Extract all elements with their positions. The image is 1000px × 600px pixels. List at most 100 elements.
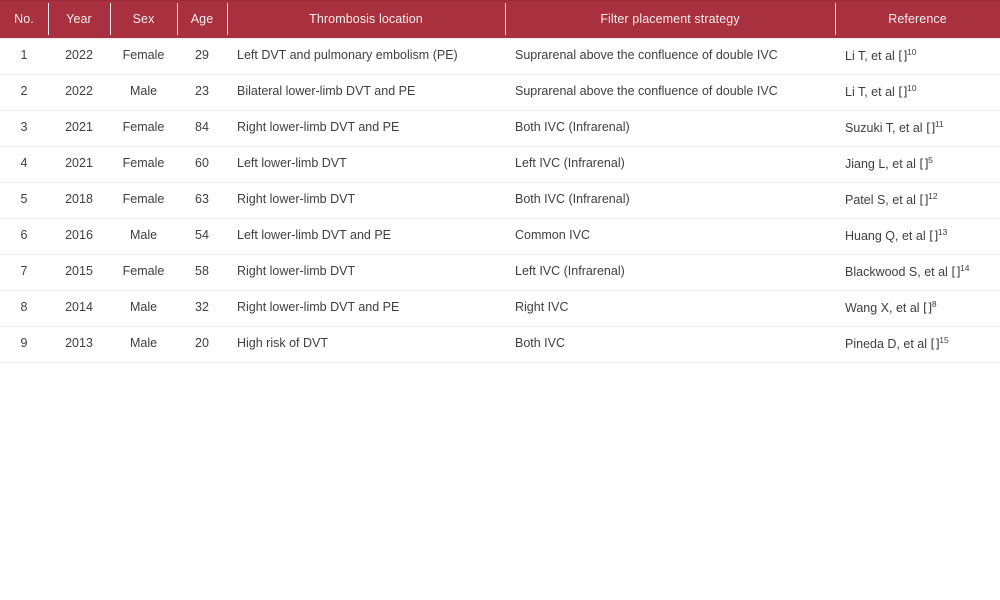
- cell-age: 60: [177, 146, 227, 183]
- cell-filter-placement-strategy: Suprarenal above the confluence of doubl…: [505, 37, 835, 75]
- cell-reference: Pineda D, et al []15: [835, 326, 1000, 363]
- cell-sex: Female: [110, 146, 177, 183]
- cell-year: 2021: [48, 110, 110, 147]
- case-summary-table: No. Year Sex Age Thrombosis location Fil…: [0, 0, 1000, 363]
- reference-missing-glyph-icon: []: [898, 83, 908, 99]
- reference-author: Li T, et al: [845, 84, 899, 99]
- cell-thrombosis-location: Left DVT and pulmonary embolism (PE): [227, 37, 505, 75]
- table-row: 7 2015 Female 58 Right lower-limb DVT Left IV…: [0, 254, 1000, 291]
- cell-filter-placement-strategy: Suprarenal above the confluence of doubl…: [505, 74, 835, 111]
- cell-thrombosis-location: Left lower-limb DVT and PE: [227, 218, 505, 255]
- table-row: 5 2018 Female 63 Right lower-limb DVT Both IV…: [0, 182, 1000, 219]
- column-header-filter-placement-strategy[interactable]: Filter placement strategy: [505, 0, 835, 38]
- table-header-row: No. Year Sex Age Thrombosis location Fil…: [0, 0, 1000, 38]
- cell-age: 23: [177, 74, 227, 111]
- reference-missing-glyph-icon: []: [926, 119, 935, 135]
- cell-sex: Female: [110, 254, 177, 291]
- table-header: No. Year Sex Age Thrombosis location Fil…: [0, 0, 1000, 38]
- cell-filter-placement-strategy: Common IVC: [505, 218, 835, 255]
- cell-no: 3: [0, 110, 48, 147]
- cell-thrombosis-location: High risk of DVT: [227, 326, 505, 363]
- reference-superscript[interactable]: 14: [960, 263, 969, 273]
- cell-reference: Wang X, et al []8: [835, 290, 1000, 327]
- cell-sex: Male: [110, 326, 177, 363]
- reference-missing-glyph-icon: []: [919, 155, 929, 171]
- reference-author: Jiang L, et al: [845, 156, 920, 171]
- reference-superscript[interactable]: 11: [935, 119, 944, 129]
- column-header-sex[interactable]: Sex: [110, 0, 177, 38]
- reference-author: Li T, et al: [845, 48, 899, 63]
- cell-reference: Li T, et al []10: [835, 37, 1000, 75]
- cell-no: 1: [0, 37, 48, 75]
- reference-author: Blackwood S, et al: [845, 264, 952, 279]
- cell-no: 8: [0, 290, 48, 327]
- cell-reference: Blackwood S, et al []14: [835, 254, 1000, 291]
- table-row: 6 2016 Male 54 Left lower-limb DVT and PE Com…: [0, 218, 1000, 255]
- table-row: 3 2021 Female 84 Right lower-limb DVT and PE…: [0, 110, 1000, 147]
- cell-no: 6: [0, 218, 48, 255]
- reference-author: Patel S, et al: [845, 192, 920, 207]
- cell-no: 4: [0, 146, 48, 183]
- table-row: 2 2022 Male 23 Bilateral lower-limb DVT and …: [0, 74, 1000, 111]
- cell-sex: Male: [110, 74, 177, 111]
- cell-no: 9: [0, 326, 48, 363]
- cell-thrombosis-location: Bilateral lower-limb DVT and PE: [227, 74, 505, 111]
- cell-age: 54: [177, 218, 227, 255]
- reference-author: Pineda D, et al: [845, 336, 931, 351]
- reference-missing-glyph-icon: []: [923, 299, 932, 315]
- reference-superscript[interactable]: 10: [907, 83, 916, 93]
- column-header-age[interactable]: Age: [177, 0, 227, 38]
- cell-sex: Male: [110, 290, 177, 327]
- cell-filter-placement-strategy: Both IVC (Infrarenal): [505, 110, 835, 147]
- cell-reference: Jiang L, et al []5: [835, 146, 1000, 183]
- cell-year: 2014: [48, 290, 110, 327]
- reference-superscript[interactable]: 12: [928, 191, 937, 201]
- cell-thrombosis-location: Right lower-limb DVT and PE: [227, 290, 505, 327]
- column-header-reference[interactable]: Reference: [835, 0, 1000, 38]
- cell-thrombosis-location: Left lower-limb DVT: [227, 146, 505, 183]
- reference-missing-glyph-icon: []: [929, 227, 938, 243]
- reference-missing-glyph-icon: []: [898, 47, 908, 63]
- reference-missing-glyph-icon: []: [919, 191, 929, 207]
- cell-no: 2: [0, 74, 48, 111]
- cell-age: 84: [177, 110, 227, 147]
- table-row: 1 2022 Female 29 Left DVT and pulmonary embo…: [0, 37, 1000, 75]
- cell-reference: Suzuki T, et al []11: [835, 110, 1000, 147]
- cell-thrombosis-location: Right lower-limb DVT and PE: [227, 110, 505, 147]
- reference-missing-glyph-icon: []: [930, 335, 940, 351]
- reference-author: Wang X, et al: [845, 300, 924, 315]
- reference-superscript[interactable]: 8: [932, 299, 937, 309]
- table-container: No. Year Sex Age Thrombosis location Fil…: [0, 0, 1000, 363]
- cell-filter-placement-strategy: Both IVC: [505, 326, 835, 363]
- cell-thrombosis-location: Right lower-limb DVT: [227, 254, 505, 291]
- cell-reference: Huang Q, et al []13: [835, 218, 1000, 255]
- reference-author: Huang Q, et al: [845, 228, 930, 243]
- column-header-thrombosis-location[interactable]: Thrombosis location: [227, 0, 505, 38]
- reference-missing-glyph-icon: []: [951, 263, 961, 279]
- reference-author: Suzuki T, et al: [845, 120, 927, 135]
- table-row: 8 2014 Male 32 Right lower-limb DVT and PE Ri…: [0, 290, 1000, 327]
- cell-age: 29: [177, 37, 227, 75]
- cell-year: 2021: [48, 146, 110, 183]
- cell-year: 2022: [48, 37, 110, 75]
- reference-superscript[interactable]: 10: [907, 47, 916, 57]
- reference-superscript[interactable]: 5: [928, 155, 933, 165]
- cell-sex: Female: [110, 37, 177, 75]
- cell-no: 7: [0, 254, 48, 291]
- cell-sex: Female: [110, 110, 177, 147]
- cell-no: 5: [0, 182, 48, 219]
- cell-year: 2016: [48, 218, 110, 255]
- table-row: 9 2013 Male 20 High risk of DVT Both IVC Pined…: [0, 326, 1000, 363]
- reference-superscript[interactable]: 15: [939, 335, 948, 345]
- column-header-year[interactable]: Year: [48, 0, 110, 38]
- cell-year: 2015: [48, 254, 110, 291]
- cell-age: 32: [177, 290, 227, 327]
- cell-sex: Male: [110, 218, 177, 255]
- cell-year: 2018: [48, 182, 110, 219]
- reference-superscript[interactable]: 13: [938, 227, 947, 237]
- cell-thrombosis-location: Right lower-limb DVT: [227, 182, 505, 219]
- cell-reference: Li T, et al []10: [835, 74, 1000, 111]
- table-row: 4 2021 Female 60 Left lower-limb DVT Left IVC…: [0, 146, 1000, 183]
- table-body: 1 2022 Female 29 Left DVT and pulmonary embo…: [0, 37, 1000, 363]
- column-header-no[interactable]: No.: [0, 0, 48, 38]
